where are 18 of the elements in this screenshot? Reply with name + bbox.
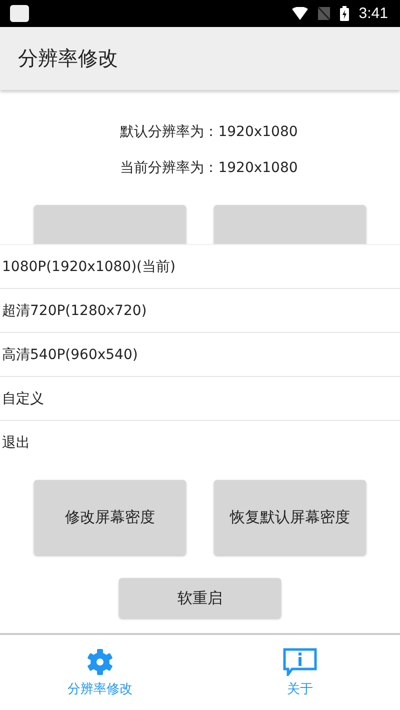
density-button[interactable]: 修改屏幕密度	[34, 480, 186, 555]
wifi-icon	[292, 7, 308, 20]
menu-item[interactable]: 1080P(1920x1080)(当前)	[0, 245, 400, 289]
menu-item[interactable]: 退出	[0, 421, 400, 464]
menu-item[interactable]: 超清720P(1280x720)	[0, 289, 400, 333]
resolution-text: 默认分辨率为：1920x1080	[120, 123, 298, 141]
no-sim-icon	[318, 7, 330, 20]
status-time: 3:41	[358, 5, 388, 22]
menu-item[interactable]: 高清540P(960x540)	[0, 333, 400, 377]
menu-item[interactable]: 自定义	[0, 377, 400, 421]
density-button[interactable]: 恢复默认屏幕密度	[214, 480, 366, 555]
info-icon	[283, 648, 317, 676]
settings-icon	[86, 648, 114, 676]
soft-restart-button[interactable]: 软重启	[119, 578, 281, 618]
battery-icon	[340, 6, 349, 21]
resolution-text: 当前分辨率为：1920x1080	[120, 159, 298, 177]
notification-icon	[10, 5, 29, 22]
app-title: 分辨率修改	[18, 45, 118, 72]
